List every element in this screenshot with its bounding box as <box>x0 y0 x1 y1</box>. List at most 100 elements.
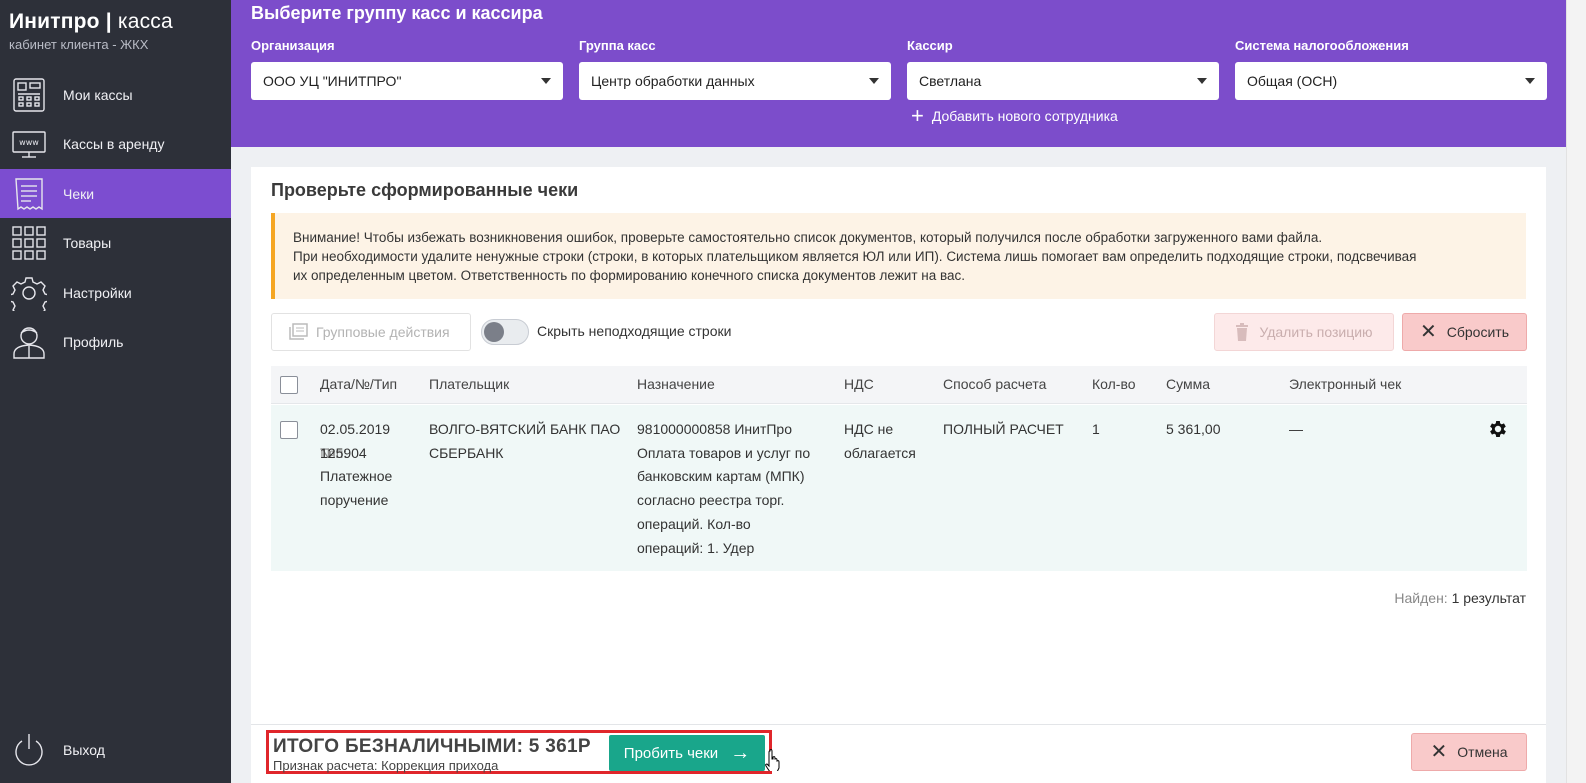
chevron-down-icon <box>1197 78 1207 84</box>
tax-system-select[interactable]: Общая (ОСН) <box>1235 62 1547 100</box>
table-header: Дата/№/Тип Плательщик Назначение НДС Спо… <box>271 366 1527 404</box>
table-row[interactable]: 02.05.2019 №: 125904 Тип: Платежное пору… <box>271 405 1527 571</box>
trash-icon <box>1236 323 1249 341</box>
delete-position-label: Удалить позицию <box>1259 324 1373 340</box>
power-icon <box>9 730 49 770</box>
select-all-checkbox[interactable] <box>280 376 298 394</box>
payment-sign: Признак расчета: Коррекция прихода <box>273 758 499 773</box>
add-employee-link[interactable]: + Добавить нового сотрудника <box>911 103 1118 128</box>
sidebar-item-label: Чеки <box>63 185 95 202</box>
org-label: Организация <box>251 38 335 53</box>
group-actions-label: Групповые действия <box>316 324 450 340</box>
sidebar-item-label: Профиль <box>63 333 124 350</box>
hide-rows-label: Скрыть неподходящие строки <box>537 323 732 339</box>
section-title: Проверьте сформированные чеки <box>271 180 579 200</box>
row-type-line-1: Платежное <box>320 468 393 485</box>
column-header-purpose: Назначение <box>637 376 715 392</box>
hand-cursor-icon <box>765 749 780 771</box>
row-type-line-2: поручение <box>320 492 389 509</box>
cell-purpose: 981000000858 ИнитПро Оплата товаров и ус… <box>637 418 810 560</box>
warning-line-2: При необходимости удалите ненужные строк… <box>293 249 1417 264</box>
column-header-method: Способ расчета <box>943 376 1047 392</box>
payer-line-2: СБЕРБАНК <box>429 444 504 461</box>
receipt-icon <box>9 174 49 214</box>
logout-label: Выход <box>63 741 105 758</box>
cell-echeck: — <box>1289 421 1303 437</box>
brand: Инитпро | касса кабинет клиента - ЖКХ <box>0 0 231 66</box>
stack-icon <box>289 323 308 340</box>
plus-icon: + <box>911 103 924 128</box>
sidebar-item-goods[interactable]: Товары <box>0 218 231 267</box>
register-group-select[interactable]: Центр обработки данных <box>579 62 891 100</box>
payer-line-1: ВОЛГО-ВЯТСКИЙ БАНК ПАО <box>429 421 621 437</box>
sidebar-item-profile[interactable]: Профиль <box>0 317 231 366</box>
results-label: Найден: <box>1394 590 1448 606</box>
delete-position-button[interactable]: Удалить позицию <box>1214 313 1394 351</box>
row-checkbox[interactable] <box>280 421 298 439</box>
sidebar-item-label: Настройки <box>63 284 132 301</box>
receipts-card: Проверьте сформированные чеки Внимание! … <box>251 167 1546 783</box>
svg-text:www: www <box>19 138 39 147</box>
vat-line-2: облагается <box>844 444 916 461</box>
tax-system-value: Общая (ОСН) <box>1247 73 1338 89</box>
sidebar-item-settings[interactable]: Настройки <box>0 268 231 317</box>
gear-icon[interactable] <box>1487 418 1509 440</box>
purpose-line: согласно реестра торг. <box>637 492 785 509</box>
column-header-echeck: Электронный чек <box>1289 376 1402 392</box>
close-icon: ✕ <box>1420 321 1437 343</box>
cashier-select[interactable]: Светлана <box>907 62 1219 100</box>
vat-line-1: НДС не <box>844 421 894 437</box>
brand-title: Инитпро | касса <box>9 10 173 33</box>
scrollbar[interactable] <box>1566 0 1586 783</box>
column-header-vat: НДС <box>844 376 874 392</box>
cashier-label: Кассир <box>907 38 953 53</box>
chevron-down-icon <box>869 78 879 84</box>
warning-line-1: Внимание! Чтобы избежать возникновения о… <box>293 230 1323 245</box>
cell-method: ПОЛНЫЙ РАСЧЕТ <box>943 421 1064 437</box>
cash-register-icon <box>9 75 49 115</box>
row-number-value: 125904 <box>320 444 367 461</box>
page-title: Выберите группу касс и кассира <box>251 3 543 23</box>
purpose-line: банковским картам (МПК) <box>637 468 805 485</box>
grid-icon <box>9 223 49 263</box>
chevron-down-icon <box>541 78 551 84</box>
results-value: 1 результат <box>1451 590 1526 606</box>
cell-date-num-type: 02.05.2019 №: 125904 Тип: Платежное пору… <box>320 418 392 513</box>
sidebar-item-rent-registers[interactable]: www Кассы в аренду <box>0 119 231 168</box>
column-header-sum: Сумма <box>1166 376 1210 392</box>
register-group-label: Группа касс <box>579 38 656 53</box>
cell-vat: НДС не облагается <box>844 418 916 465</box>
print-receipts-button[interactable]: Пробить чеки → <box>609 735 765 771</box>
chevron-down-icon <box>1525 78 1535 84</box>
reset-label: Сбросить <box>1446 324 1509 340</box>
org-select[interactable]: ООО УЦ "ИНИТПРО" <box>251 62 563 100</box>
close-icon: ✕ <box>1430 741 1448 763</box>
cashier-value: Светлана <box>919 73 982 89</box>
sidebar-item-receipts[interactable]: Чеки <box>0 169 231 218</box>
group-actions-button[interactable]: Групповые действия <box>271 313 471 351</box>
gear-icon <box>9 273 49 313</box>
sidebar: Инитпро | касса кабинет клиента - ЖКХ Мо… <box>0 0 231 783</box>
purpose-line: 981000000858 ИнитПро <box>637 421 792 437</box>
reset-button[interactable]: ✕ Сбросить <box>1402 313 1527 351</box>
print-receipts-label: Пробить чеки <box>623 744 719 762</box>
hide-rows-toggle[interactable] <box>481 319 529 345</box>
cell-payer: ВОЛГО-ВЯТСКИЙ БАНК ПАО СБЕРБАНК <box>429 418 620 465</box>
column-header-date: Дата/№/Тип <box>320 376 398 392</box>
column-header-qty: Кол-во <box>1092 376 1136 392</box>
brand-product: касса <box>117 10 173 33</box>
tax-system-label: Система налогообложения <box>1235 38 1409 53</box>
logout-button[interactable]: Выход <box>0 725 231 774</box>
total-highlight: ИТОГО БЕЗНАЛИЧНЫМИ: 5 361Р Признак расче… <box>266 730 780 774</box>
total-amount: ИТОГО БЕЗНАЛИЧНЫМИ: 5 361Р <box>273 736 591 757</box>
sidebar-item-label: Кассы в аренду <box>63 135 165 152</box>
toggle-knob <box>484 322 504 342</box>
row-date: 02.05.2019 <box>320 421 391 437</box>
cancel-button[interactable]: ✕ Отмена <box>1411 733 1527 771</box>
column-header-payer: Плательщик <box>429 376 510 392</box>
sidebar-item-my-registers[interactable]: Мои кассы <box>0 70 231 119</box>
brand-subtitle: кабинет клиента - ЖКХ <box>9 37 149 52</box>
org-select-value: ООО УЦ "ИНИТПРО" <box>263 73 402 89</box>
cancel-label: Отмена <box>1457 744 1508 760</box>
header-panel: Выберите группу касс и кассира Организац… <box>231 0 1566 147</box>
